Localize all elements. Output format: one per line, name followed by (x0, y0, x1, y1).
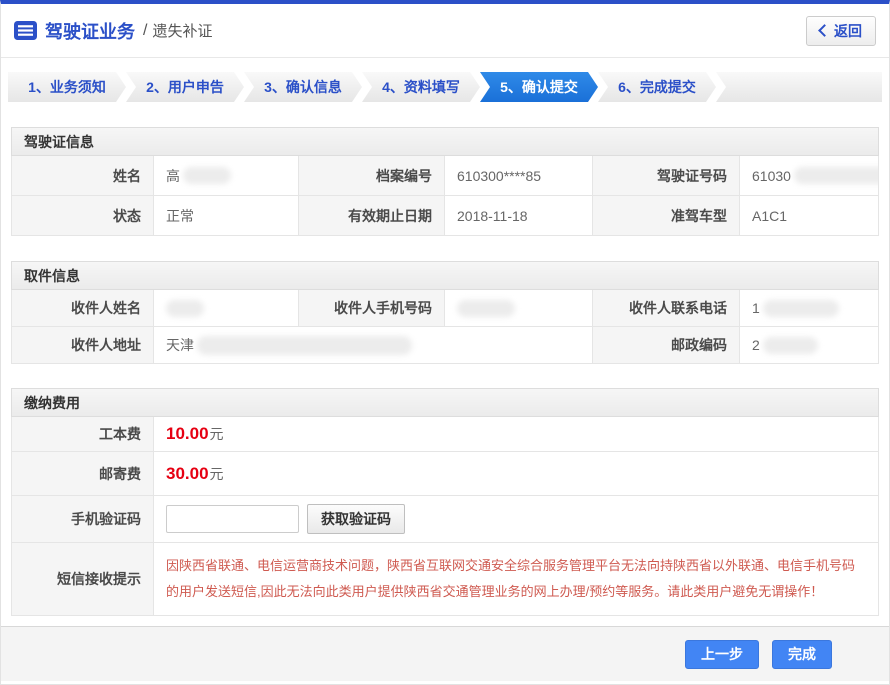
production-fee-unit: 元 (210, 424, 224, 444)
license-no-label: 驾驶证号码 (593, 156, 740, 196)
status-value: 正常 (154, 196, 299, 236)
vehicle-class-label: 准驾车型 (593, 196, 740, 236)
get-sms-code-button[interactable]: 获取验证码 (307, 504, 405, 534)
sms-code-label: 手机验证码 (12, 496, 154, 543)
recipient-phone-value: 1 (740, 290, 879, 327)
sms-notice-label: 短信接收提示 (12, 543, 154, 616)
step-1-business-notice[interactable]: 1、业务须知 (8, 72, 126, 102)
recipient-phone-label: 收件人联系电话 (593, 290, 740, 327)
postal-code-label: 邮政编码 (593, 327, 740, 364)
recipient-name-label: 收件人姓名 (12, 290, 154, 327)
redacted-recipient-mobile-blur (457, 300, 515, 317)
step-bar-filler (716, 72, 882, 102)
back-button-label: 返回 (834, 21, 862, 41)
business-list-icon (14, 21, 37, 40)
fees-table: 工本费 10.00 元 邮寄费 30.00 元 手机验证码 获取验证码 短信接收… (11, 417, 879, 616)
sms-notice-text: 因陕西省联通、电信运营商技术问题，陕西省互联网交通安全综合服务管理平台无法向持陕… (166, 553, 878, 605)
step-5-confirm-submit[interactable]: 5、确认提交 (480, 72, 598, 102)
breadcrumb-separator: / (143, 22, 147, 40)
pickup-info-table: 收件人姓名 收件人手机号码 收件人联系电话 1 收件人地址 天津 邮政编码 (11, 290, 879, 364)
recipient-name-value (154, 290, 299, 327)
file-no-value: 610300****85 (445, 156, 593, 196)
license-no-value: 61030 (740, 156, 879, 196)
license-no-value-text: 61030 (752, 168, 791, 184)
expiry-value: 2018-11-18 (445, 196, 593, 236)
name-value: 高 (154, 156, 299, 196)
pickup-info-section: 取件信息 收件人姓名 收件人手机号码 收件人联系电话 1 收件人地址 天津 (11, 261, 879, 364)
sms-code-row: 获取验证码 (154, 496, 879, 543)
mailing-fee-value: 30.00 元 (154, 452, 879, 496)
production-fee-label: 工本费 (12, 417, 154, 452)
recipient-address-text: 天津 (166, 335, 194, 355)
production-fee-value: 10.00 元 (154, 417, 879, 452)
page-header: 驾驶证业务 / 遗失补证 返回 (1, 4, 889, 58)
sms-notice-value: 因陕西省联通、电信运营商技术问题，陕西省互联网交通安全综合服务管理平台无法向持陕… (154, 543, 879, 616)
pickup-info-title: 取件信息 (11, 261, 879, 290)
step-3-confirm-info[interactable]: 3、确认信息 (244, 72, 362, 102)
file-no-label: 档案编号 (299, 156, 445, 196)
fees-section: 缴纳费用 工本费 10.00 元 邮寄费 30.00 元 手机验证码 获取验证码… (11, 388, 879, 616)
name-value-text: 高 (166, 166, 180, 186)
postal-code-value: 2 (740, 327, 879, 364)
recipient-mobile-label: 收件人手机号码 (299, 290, 445, 327)
redacted-postal-code-blur (763, 337, 818, 354)
sms-code-input[interactable] (166, 505, 299, 533)
license-info-table: 姓名 高 档案编号 610300****85 驾驶证号码 61030 状态 正常… (11, 156, 879, 236)
breadcrumb-subtitle: 遗失补证 (152, 20, 212, 41)
mailing-fee-unit: 元 (210, 464, 224, 484)
license-info-section: 驾驶证信息 姓名 高 档案编号 610300****85 驾驶证号码 61030… (11, 127, 879, 236)
back-button[interactable]: 返回 (806, 16, 876, 46)
postal-code-text: 2 (752, 337, 760, 353)
page-title: 驾驶证业务 (45, 18, 135, 44)
step-6-complete-submit[interactable]: 6、完成提交 (598, 72, 716, 102)
recipient-phone-text: 1 (752, 300, 760, 316)
finish-button[interactable]: 完成 (772, 640, 832, 669)
fees-title: 缴纳费用 (11, 388, 879, 417)
step-wizard: 1、业务须知 2、用户申告 3、确认信息 4、资料填写 5、确认提交 6、完成提… (8, 72, 882, 102)
recipient-address-value: 天津 (154, 327, 593, 364)
footer-bar: 上一步 完成 (1, 626, 889, 681)
previous-step-button[interactable]: 上一步 (685, 640, 759, 669)
production-fee-amount: 10.00 (166, 424, 209, 444)
step-4-fill-material[interactable]: 4、资料填写 (362, 72, 480, 102)
expiry-label: 有效期止日期 (299, 196, 445, 236)
status-label: 状态 (12, 196, 154, 236)
mailing-fee-label: 邮寄费 (12, 452, 154, 496)
redacted-recipient-name-blur (166, 300, 204, 317)
name-label: 姓名 (12, 156, 154, 196)
license-service-page: 驾驶证业务 / 遗失补证 返回 1、业务须知 2、用户申告 3、确认信息 4、资… (0, 0, 890, 685)
redacted-recipient-address-blur (197, 336, 412, 355)
recipient-address-label: 收件人地址 (12, 327, 154, 364)
back-chevron-icon (818, 24, 831, 37)
redacted-license-no-blur (794, 167, 879, 184)
recipient-mobile-value (445, 290, 593, 327)
redacted-name-blur (183, 167, 231, 184)
redacted-recipient-phone-blur (763, 300, 839, 317)
mailing-fee-amount: 30.00 (166, 464, 209, 484)
vehicle-class-value: A1C1 (740, 196, 879, 236)
step-2-user-declaration[interactable]: 2、用户申告 (126, 72, 244, 102)
license-info-title: 驾驶证信息 (11, 127, 879, 156)
